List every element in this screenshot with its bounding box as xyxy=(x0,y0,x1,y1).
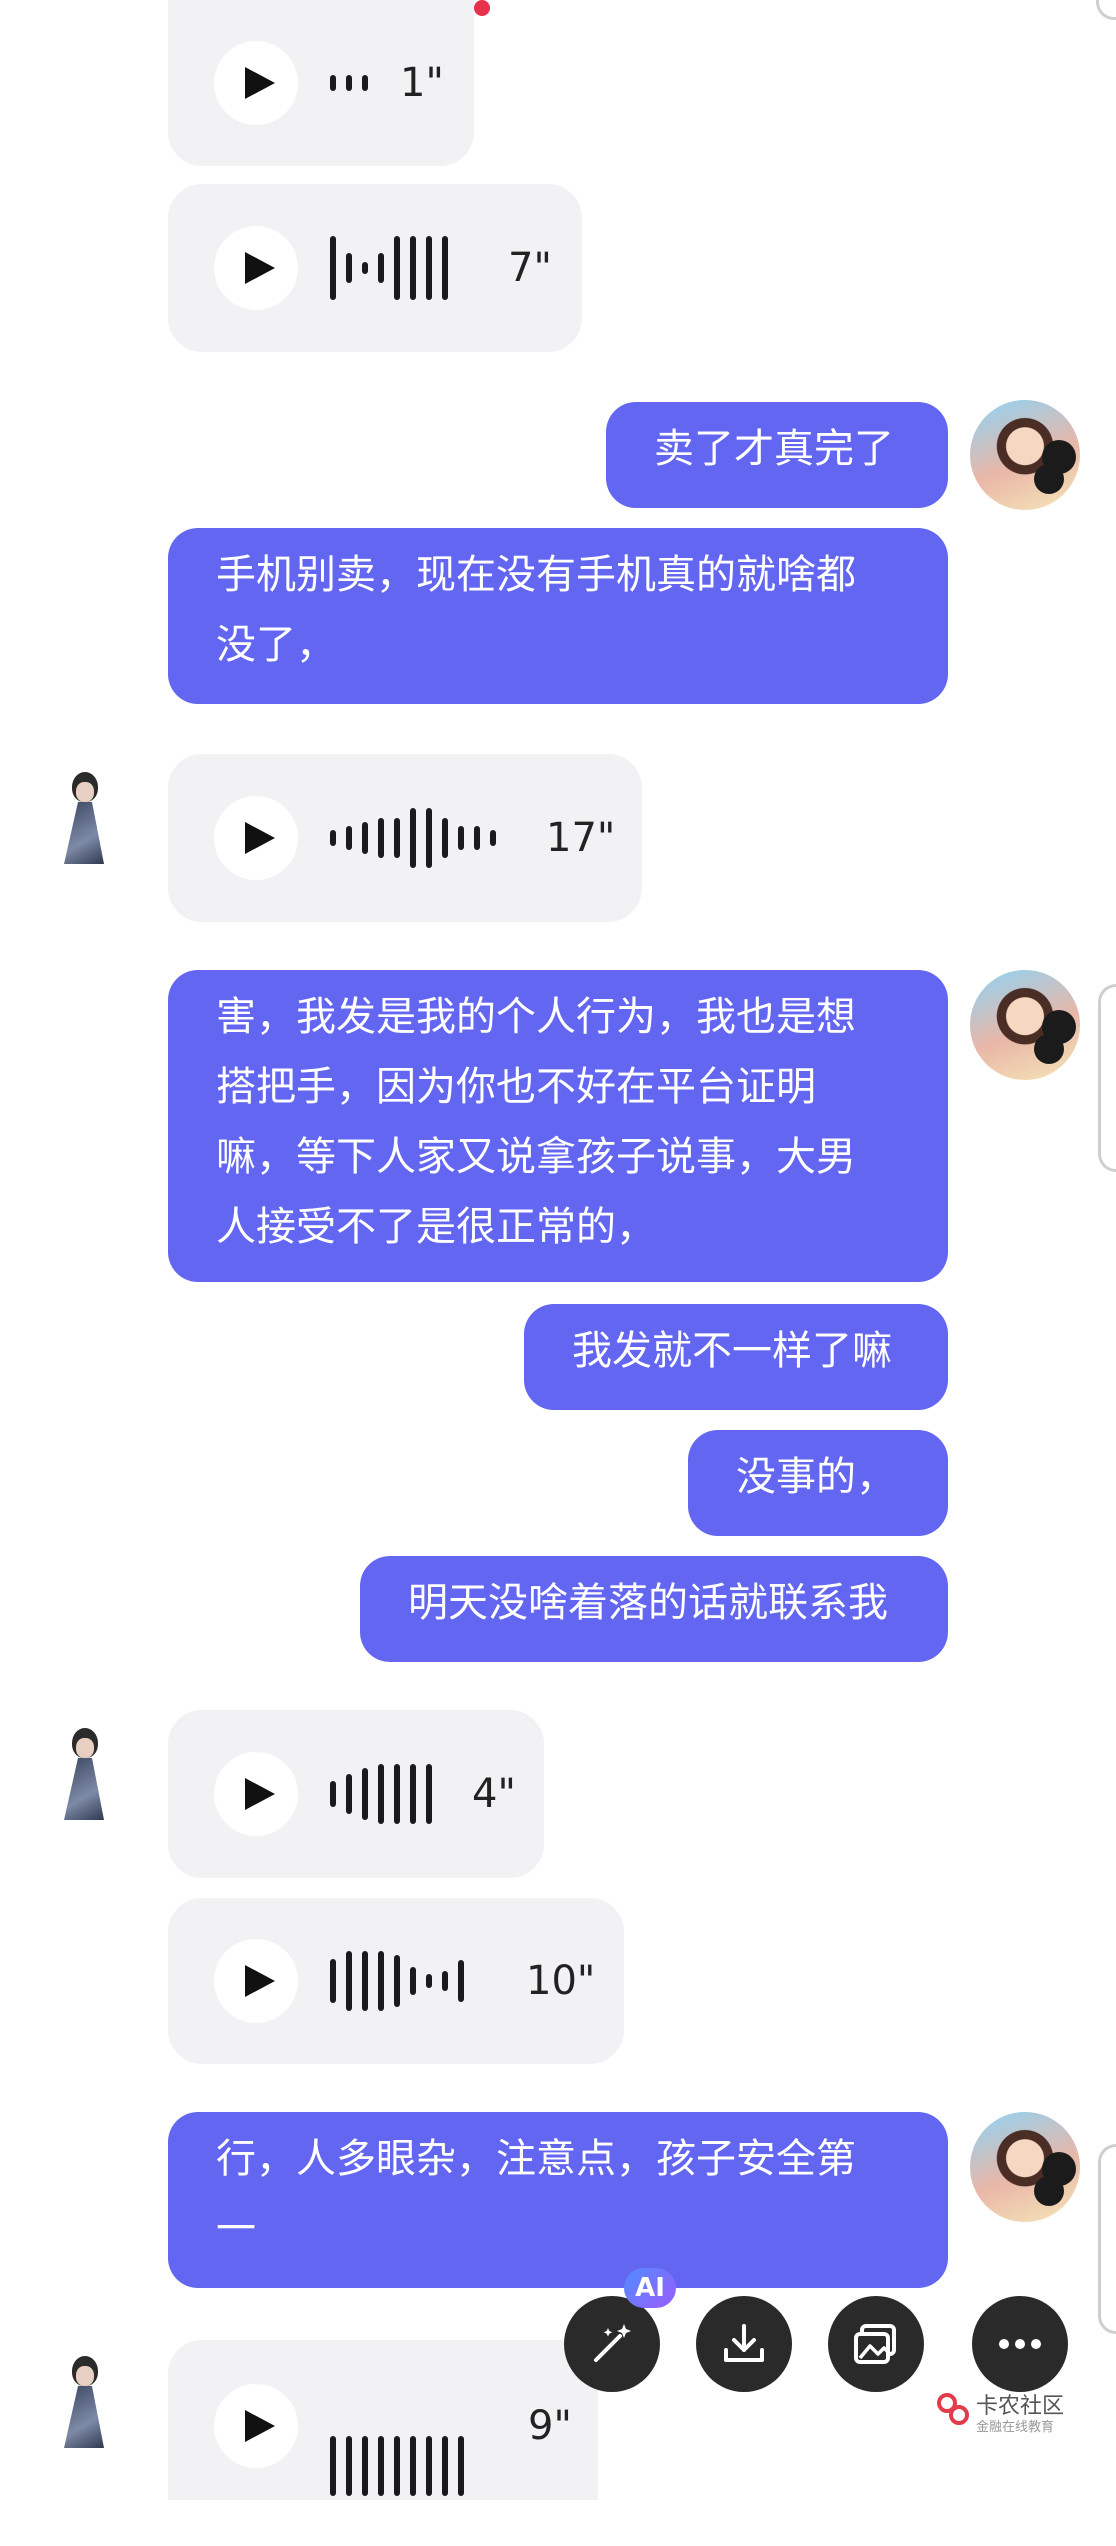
voice-duration: 17" xyxy=(546,815,616,861)
message-text: 人接受不了是很正常的， xyxy=(216,1204,656,1250)
voice-duration: 7" xyxy=(508,245,552,291)
message-text: 手机别卖，现在没有手机真的就啥都 xyxy=(216,552,856,598)
contact-avatar[interactable] xyxy=(58,2356,108,2452)
play-icon[interactable] xyxy=(214,796,298,880)
edge-fragment xyxy=(1098,2144,1116,2334)
download-icon xyxy=(724,2324,764,2362)
sent-message[interactable]: 害，我发是我的个人行为，我也是想 搭把手，因为你也不好在平台证明 嘛，等下人家又… xyxy=(168,970,948,1282)
play-icon[interactable] xyxy=(214,2384,298,2468)
contact-avatar[interactable] xyxy=(58,1728,108,1824)
sent-message[interactable]: 卖了才真完了 xyxy=(606,402,948,508)
download-button[interactable] xyxy=(696,2296,792,2392)
voice-message[interactable]: 4" xyxy=(168,1710,544,1878)
voice-message[interactable]: 10" xyxy=(168,1898,624,2064)
sent-message[interactable]: 没事的， xyxy=(688,1430,948,1536)
ai-badge: AI xyxy=(624,2268,676,2308)
unread-dot xyxy=(474,0,490,16)
waveform xyxy=(330,0,368,166)
message-text: 没了， xyxy=(216,622,336,668)
waveform xyxy=(330,1710,432,1878)
voice-duration: 1" xyxy=(400,60,444,106)
message-text: 我发就不一样了嘛 xyxy=(572,1328,892,1374)
image-icon xyxy=(854,2324,896,2364)
magic-wand-icon xyxy=(594,2324,631,2362)
my-avatar[interactable] xyxy=(970,970,1080,1080)
play-icon[interactable] xyxy=(214,1752,298,1836)
waveform xyxy=(330,2386,464,2546)
ai-edit-button[interactable] xyxy=(564,2296,660,2392)
voice-duration: 10" xyxy=(526,1958,596,2004)
voice-message[interactable]: 7" xyxy=(168,184,582,352)
edge-fragment xyxy=(1098,984,1116,1172)
my-avatar[interactable] xyxy=(970,2112,1080,2222)
sent-message[interactable]: 我发就不一样了嘛 xyxy=(524,1304,948,1410)
sent-message[interactable]: 行，人多眼杂，注意点，孩子安全第 一 xyxy=(168,2112,948,2288)
voice-duration: 4" xyxy=(472,1771,516,1817)
message-text: 搭把手，因为你也不好在平台证明 xyxy=(216,1064,816,1110)
waveform xyxy=(330,1898,464,2064)
play-icon[interactable] xyxy=(214,226,298,310)
waveform xyxy=(330,754,496,922)
watermark: 卡农社区 金融在线教育 xyxy=(936,2388,1086,2438)
image-button[interactable] xyxy=(828,2296,924,2392)
voice-message[interactable]: 1" xyxy=(168,0,474,166)
sent-message[interactable]: 手机别卖，现在没有手机真的就啥都 没了， xyxy=(168,528,948,704)
sent-message[interactable]: 明天没啥着落的话就联系我 xyxy=(360,1556,948,1662)
my-avatar[interactable] xyxy=(970,400,1080,510)
more-button[interactable] xyxy=(972,2296,1068,2392)
voice-message[interactable]: 17" xyxy=(168,754,642,922)
message-text: 没事的， xyxy=(736,1454,896,1500)
edge-fragment xyxy=(1096,0,1116,20)
play-icon[interactable] xyxy=(214,1939,298,2023)
message-text: 害，我发是我的个人行为，我也是想 xyxy=(216,994,856,1040)
watermark-tagline: 金融在线教育 xyxy=(976,2420,1055,2435)
message-text: 卖了才真完了 xyxy=(654,426,894,472)
message-text: 一 xyxy=(216,2206,256,2252)
voice-message[interactable]: 9" xyxy=(168,2340,598,2500)
message-text: 嘛，等下人家又说拿孩子说事，大男 xyxy=(216,1134,856,1180)
message-text: 行，人多眼杂，注意点，孩子安全第 xyxy=(216,2136,856,2182)
message-text: 明天没啥着落的话就联系我 xyxy=(408,1580,888,1626)
voice-duration: 9" xyxy=(528,2403,572,2449)
play-icon[interactable] xyxy=(214,41,298,125)
more-icon xyxy=(999,2339,1041,2349)
waveform xyxy=(330,184,448,352)
watermark-logo-icon xyxy=(937,2393,969,2425)
contact-avatar[interactable] xyxy=(58,772,108,868)
